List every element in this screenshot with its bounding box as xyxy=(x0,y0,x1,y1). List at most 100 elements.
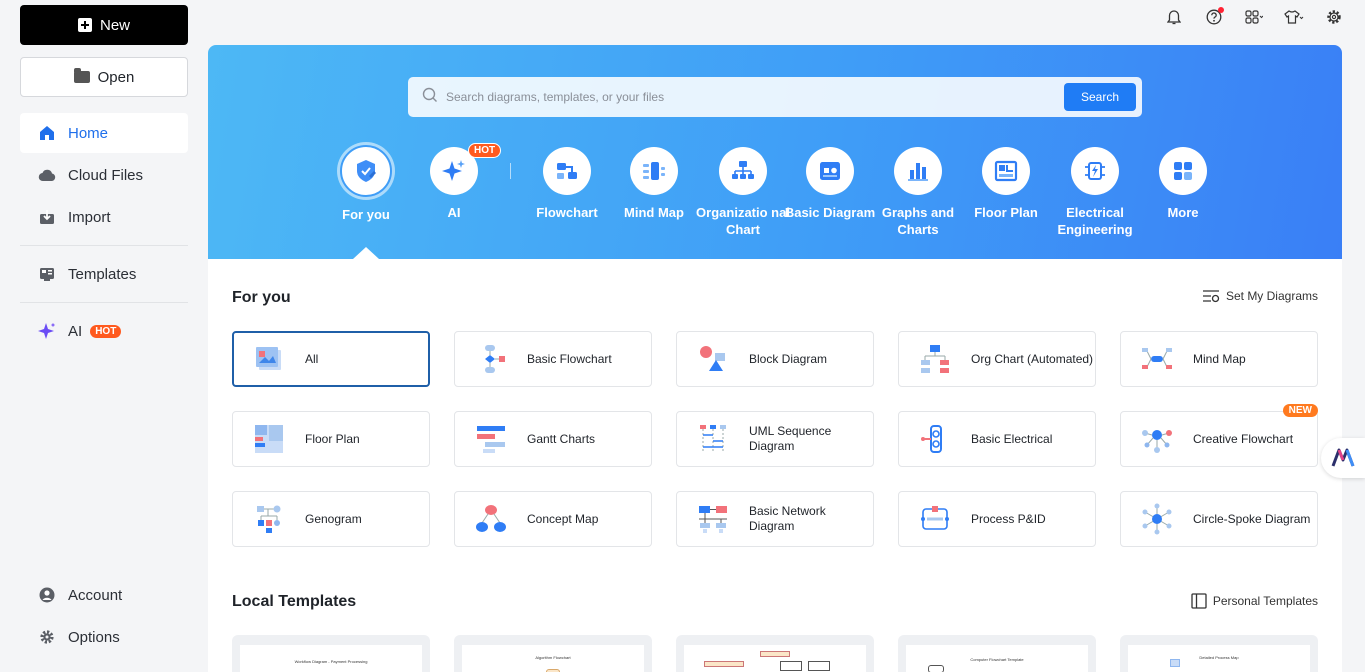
category-label: Flowchart xyxy=(536,205,598,220)
category-more[interactable]: More xyxy=(1133,147,1233,221)
category-electrical-engineering[interactable]: Electrical Engineering xyxy=(1045,147,1145,238)
template-paper: Workflow Diagram - Payment Processing xyxy=(240,645,422,672)
apps-grid-icon[interactable] xyxy=(1243,6,1265,28)
category-ai[interactable]: AI HOT xyxy=(404,143,504,221)
card-label: Process P&ID xyxy=(971,511,1046,526)
hot-badge: HOT xyxy=(468,143,502,158)
card-uml-sequence-diagram[interactable]: UML Sequence Diagram xyxy=(676,411,874,467)
category-label: Graphs and Charts xyxy=(881,205,955,237)
template-caption: Computer Flowchart Template xyxy=(970,657,1024,662)
category-label: Electrical Engineering xyxy=(1057,205,1133,237)
template-thumbnail[interactable]: Workflow Diagram - Payment Processing xyxy=(232,635,430,672)
sidebar-item-import[interactable]: Import xyxy=(20,197,188,237)
set-my-diagrams-link[interactable]: Set My Diagrams xyxy=(1202,289,1318,303)
category-graphs-and-charts[interactable]: Graphs and Charts xyxy=(868,147,968,238)
template-caption: Workflow Diagram - Payment Processing xyxy=(294,659,368,664)
process-pid-icon xyxy=(921,506,949,530)
flowchart-icon xyxy=(543,147,591,195)
template-shape xyxy=(780,661,802,671)
category-organizational-chart[interactable]: Organizatio nal Chart xyxy=(693,147,793,238)
main-panel: Search For you AI HOT Flowchart xyxy=(208,45,1342,672)
template-layout-icon xyxy=(1191,593,1207,609)
circle-spoke-icon xyxy=(1142,503,1172,535)
card-block-diagram[interactable]: Block Diagram xyxy=(676,331,874,387)
card-concept-map[interactable]: Concept Map xyxy=(454,491,652,547)
category-label: AI xyxy=(447,205,461,220)
floor-plan-icon xyxy=(982,147,1030,195)
uml-sequence-icon xyxy=(700,425,726,453)
card-label: Basic Flowchart xyxy=(527,351,612,366)
category-basic-diagram[interactable]: Basic Diagram xyxy=(780,147,880,221)
template-shape xyxy=(928,665,944,672)
notification-dot xyxy=(1218,7,1224,13)
card-label: Block Diagram xyxy=(749,351,828,366)
plus-icon xyxy=(77,18,92,32)
account-icon xyxy=(38,586,56,604)
sidebar-item-templates[interactable]: Templates xyxy=(20,254,188,294)
card-basic-network-diagram[interactable]: Basic Network Diagram xyxy=(676,491,874,547)
sidebar-item-label: Options xyxy=(68,628,120,646)
card-genogram[interactable]: Genogram xyxy=(232,491,430,547)
template-paper: Algorithm Flowchart xyxy=(462,645,644,672)
template-thumbnail[interactable]: Computer Flowchart Template xyxy=(898,635,1096,672)
category-floor-plan[interactable]: Floor Plan xyxy=(956,147,1056,221)
floating-assistant-button[interactable] xyxy=(1321,438,1365,478)
sidebar-item-label: Import xyxy=(68,208,111,226)
search-button[interactable]: Search xyxy=(1064,83,1136,111)
gantt-chart-icon xyxy=(477,426,505,453)
open-button[interactable]: Open xyxy=(20,57,188,97)
basic-diagram-icon xyxy=(806,147,854,195)
templates-icon xyxy=(38,265,56,283)
card-basic-flowchart[interactable]: Basic Flowchart xyxy=(454,331,652,387)
template-paper: Computer Flowchart Template xyxy=(906,645,1088,672)
personal-templates-link[interactable]: Personal Templates xyxy=(1191,593,1318,609)
category-label: For you xyxy=(342,207,390,222)
new-button-label: New xyxy=(99,16,130,34)
card-mind-map[interactable]: Mind Map xyxy=(1120,331,1318,387)
template-thumbnail[interactable] xyxy=(676,635,874,672)
assistant-logo-icon xyxy=(1331,448,1355,467)
card-creative-flowchart[interactable]: Creative Flowchart NEW xyxy=(1120,404,1318,467)
card-org-chart-automated[interactable]: Org Chart (Automated) xyxy=(898,331,1096,387)
genogram-icon xyxy=(257,505,281,533)
theme-shirt-icon[interactable] xyxy=(1283,6,1305,28)
sparkle-icon xyxy=(38,322,56,340)
concept-map-icon xyxy=(476,505,506,532)
sidebar-item-home[interactable]: Home xyxy=(20,113,188,153)
card-gantt-charts[interactable]: Gantt Charts xyxy=(454,411,652,467)
import-icon xyxy=(38,208,56,226)
template-thumbnail[interactable]: Algorithm Flowchart xyxy=(454,635,652,672)
card-basic-electrical[interactable]: Basic Electrical xyxy=(898,411,1096,467)
electrical-icon xyxy=(1071,147,1119,195)
category-label: More xyxy=(1167,205,1199,220)
card-label: Circle-Spoke Diagram xyxy=(1193,511,1311,526)
bar-chart-icon xyxy=(894,147,942,195)
mind-map-icon xyxy=(630,147,678,195)
sidebar-divider xyxy=(20,245,188,246)
hero-banner: Search For you AI HOT Flowchart xyxy=(208,45,1342,259)
sidebar-item-label: Cloud Files xyxy=(68,166,144,184)
category-flowchart[interactable]: Flowchart xyxy=(517,147,617,221)
card-circle-spoke-diagram[interactable]: Circle-Spoke Diagram xyxy=(1120,491,1318,547)
sidebar-item-options[interactable]: Options xyxy=(20,617,188,657)
sidebar-item-cloud-files[interactable]: Cloud Files xyxy=(20,155,188,195)
new-button[interactable]: New xyxy=(20,5,188,45)
basic-flowchart-icon xyxy=(485,345,505,373)
org-chart-icon xyxy=(719,147,767,195)
card-floor-plan[interactable]: Floor Plan xyxy=(232,411,430,467)
for-you-heading: For you xyxy=(232,289,291,306)
template-thumbnail[interactable]: Detailed Process Map xyxy=(1120,635,1318,672)
category-mind-map[interactable]: Mind Map xyxy=(604,147,704,221)
sidebar-item-ai[interactable]: AI HOT xyxy=(20,311,188,351)
sidebar-item-account[interactable]: Account xyxy=(20,575,188,615)
template-shape xyxy=(808,661,830,671)
bell-icon[interactable] xyxy=(1163,6,1185,28)
card-all[interactable]: All xyxy=(232,331,430,387)
settings-gear-icon[interactable] xyxy=(1323,6,1345,28)
category-for-you[interactable]: For you xyxy=(316,145,416,223)
card-label: Gantt Charts xyxy=(527,431,596,446)
card-process-pid[interactable]: Process P&ID xyxy=(898,491,1096,547)
help-icon[interactable] xyxy=(1203,6,1225,28)
search-input[interactable] xyxy=(446,90,1142,104)
card-label: Creative Flowchart xyxy=(1193,431,1294,446)
